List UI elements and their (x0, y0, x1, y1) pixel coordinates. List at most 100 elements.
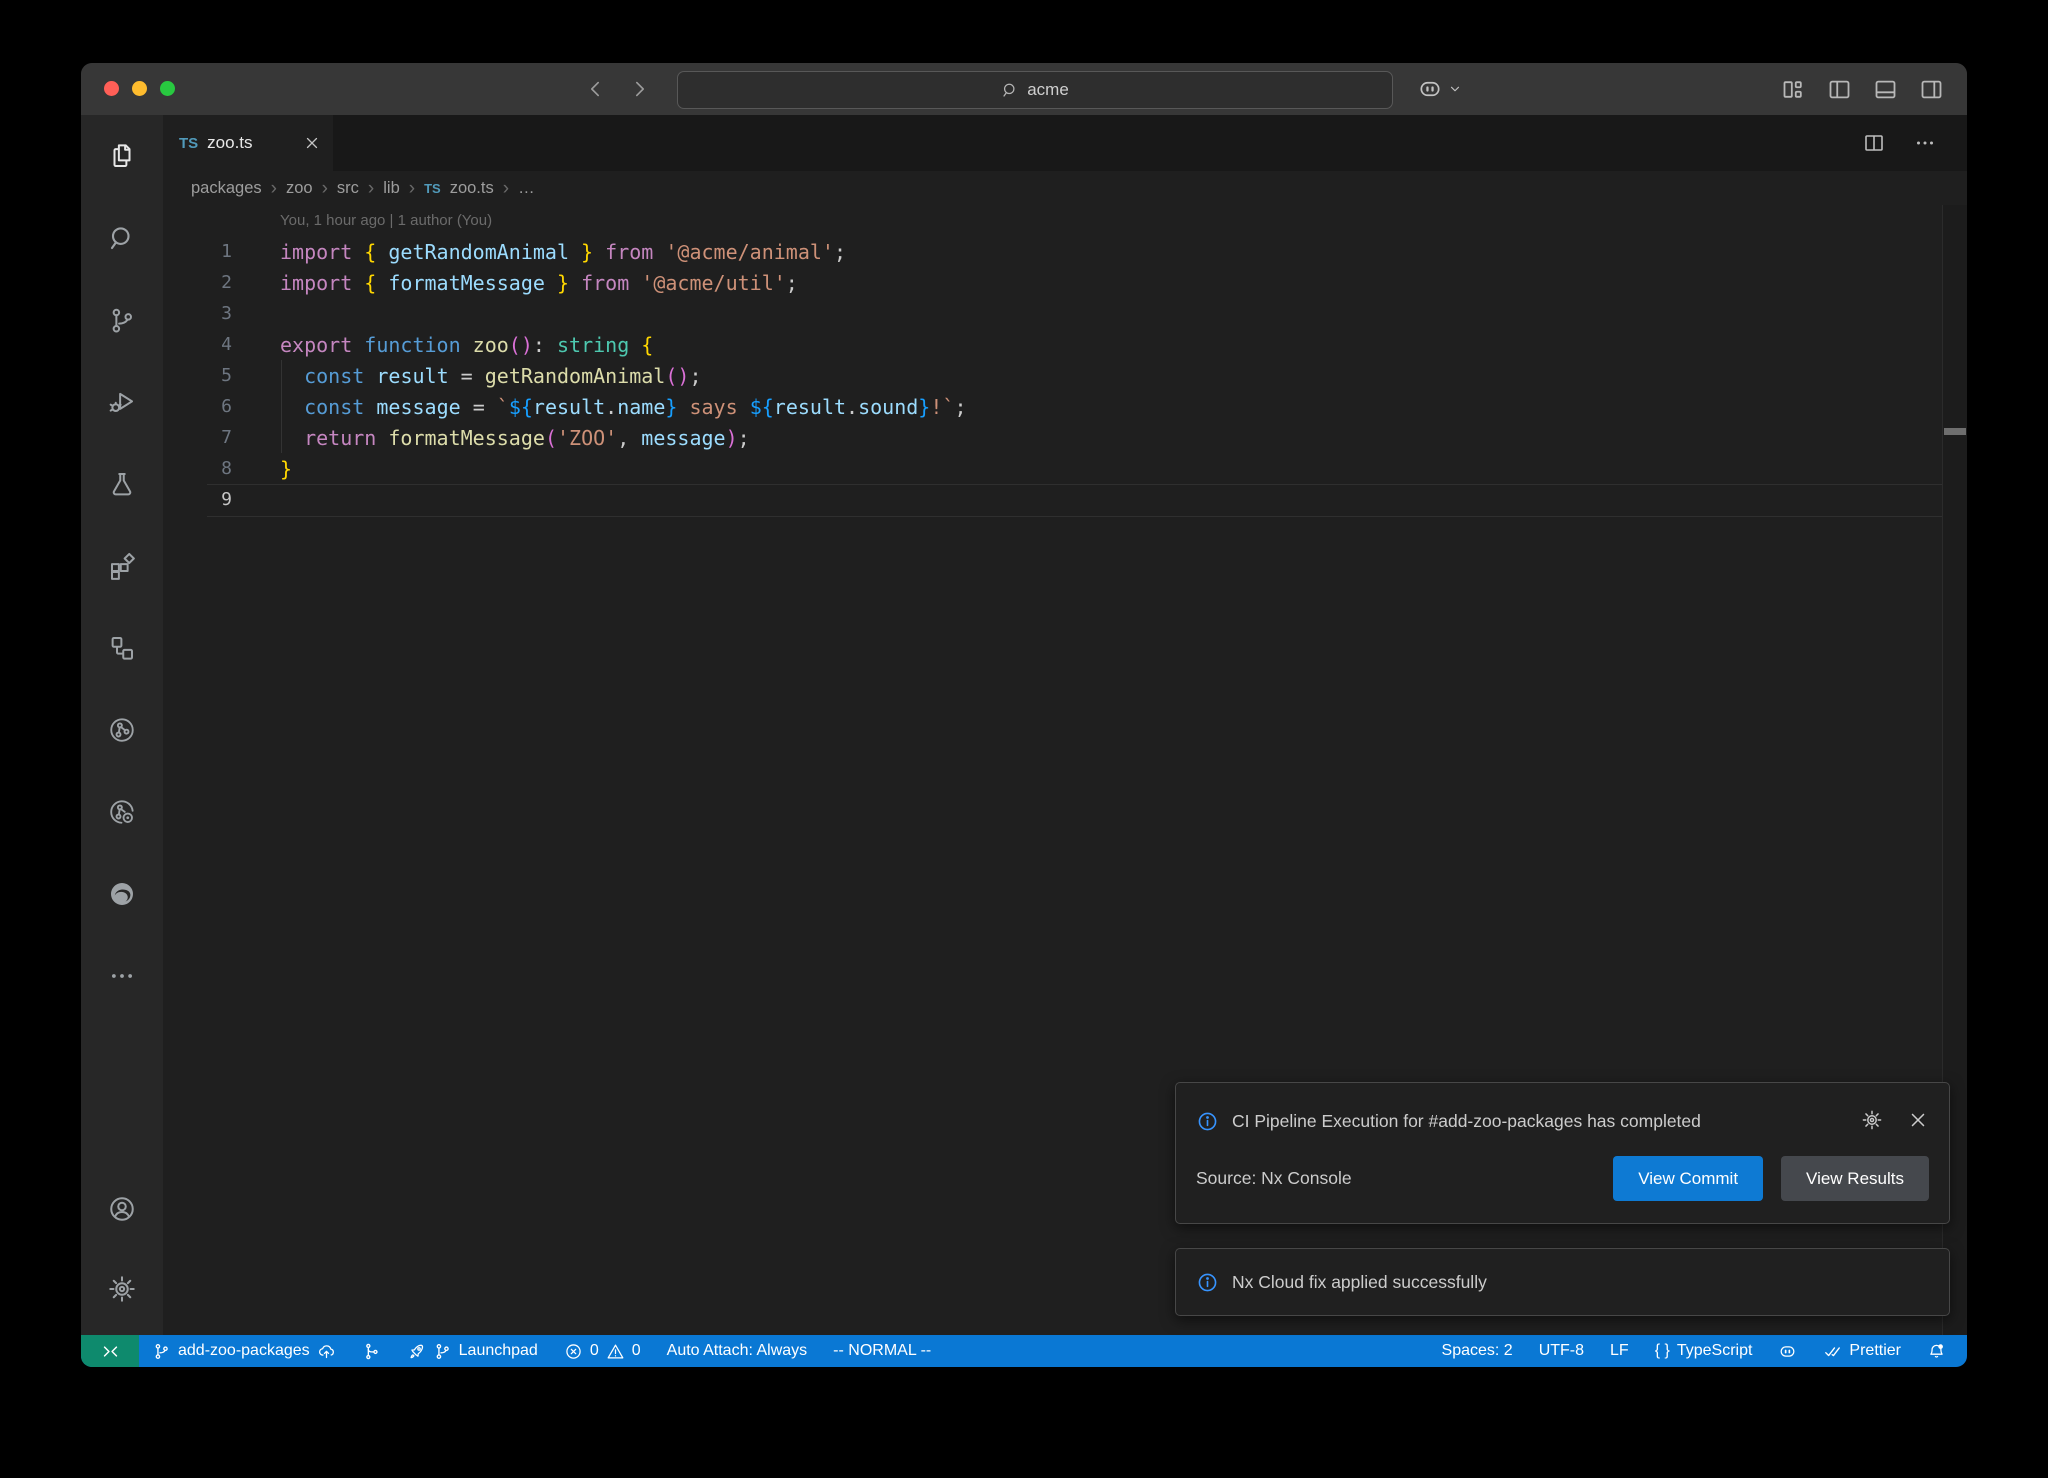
activity-item-testing[interactable] (81, 443, 163, 525)
close-icon[interactable] (1907, 1109, 1929, 1131)
remote-icon (101, 1342, 120, 1361)
status-launchpad[interactable]: Launchpad (394, 1335, 551, 1367)
line-number: 7 (163, 427, 232, 448)
window-zoom-button[interactable] (160, 81, 175, 96)
status-text: 0 (632, 1342, 641, 1360)
branch-icon (433, 1342, 452, 1361)
nx-console-icon (107, 633, 137, 663)
line-number: 8 (163, 458, 232, 479)
status-eol[interactable]: LF (1597, 1335, 1642, 1367)
activity-item-edge-devtools[interactable] (81, 853, 163, 935)
chevron-right-icon: › (503, 179, 509, 198)
toggle-secondary-sidebar-icon[interactable] (1918, 76, 1945, 103)
vscode-window: acme TS zoo.ts (81, 63, 1967, 1367)
activity-item-search[interactable] (81, 197, 163, 279)
activity-item-more-views[interactable] (81, 935, 163, 1017)
explorer-icon (107, 141, 137, 171)
activity-item-accounts[interactable] (81, 1169, 163, 1249)
breadcrumb: packages›zoo›src›lib›TSzoo.ts›… (163, 171, 1967, 205)
titlebar-layout-controls (1780, 63, 1945, 115)
notification-toast: Nx Cloud fix applied successfully (1175, 1248, 1950, 1316)
settings-icon (107, 1274, 137, 1304)
search-icon (107, 223, 137, 253)
status-text: Spaces: 2 (1442, 1342, 1513, 1360)
status-formatter[interactable]: Prettier (1810, 1335, 1914, 1367)
more-actions-icon[interactable] (1913, 131, 1937, 155)
edge-devtools-icon (107, 879, 137, 909)
copilot-icon (1417, 76, 1443, 102)
activity-item-nx-project-graph[interactable] (81, 689, 163, 771)
error-icon (564, 1342, 583, 1361)
window-close-button[interactable] (104, 81, 119, 96)
nx-cloud-icon (107, 797, 137, 827)
status-problems[interactable]: 00 (551, 1335, 654, 1367)
toggle-primary-sidebar-icon[interactable] (1826, 76, 1853, 103)
status-text: 0 (590, 1342, 599, 1360)
window-minimize-button[interactable] (132, 81, 147, 96)
status-language[interactable]: { }TypeScript (1642, 1335, 1766, 1367)
code-line-1: 1import { getRandomAnimal } from '@acme/… (163, 236, 1967, 267)
status-pipeline[interactable] (349, 1335, 394, 1367)
gear-icon[interactable] (1861, 1109, 1883, 1131)
status-text: add-zoo-packages (178, 1342, 310, 1360)
close-icon[interactable] (303, 134, 321, 152)
search-icon (1001, 81, 1019, 99)
code-line-5: 5 const result = getRandomAnimal(); (163, 360, 1967, 391)
customize-layout-icon[interactable] (1780, 76, 1807, 103)
activity-item-nx-cloud[interactable] (81, 771, 163, 853)
status-notifications-bell[interactable] (1914, 1335, 1959, 1367)
search-value: acme (1027, 80, 1069, 100)
tab-zoo-ts[interactable]: TS zoo.ts (163, 115, 333, 171)
view-results-button[interactable]: View Results (1781, 1156, 1929, 1201)
activity-item-explorer[interactable] (81, 115, 163, 197)
activity-item-extensions[interactable] (81, 525, 163, 607)
status-text: Auto Attach: Always (667, 1342, 808, 1360)
status-vim-mode[interactable]: -- NORMAL -- (820, 1335, 944, 1367)
code-text: } (280, 457, 292, 481)
code-line-8: 8} (163, 453, 1967, 484)
command-center-search[interactable]: acme (677, 71, 1393, 109)
activity-item-source-control[interactable] (81, 279, 163, 361)
code-line-2: 2import { formatMessage } from '@acme/ut… (163, 267, 1967, 298)
status-git-branch[interactable]: add-zoo-packages (139, 1335, 349, 1367)
activity-item-settings[interactable] (81, 1249, 163, 1329)
status-indentation[interactable]: Spaces: 2 (1429, 1335, 1526, 1367)
code-text: const result = getRandomAnimal(); (280, 364, 702, 388)
status-bar: add-zoo-packagesLaunchpad00Auto Attach: … (81, 1335, 1967, 1367)
notification-message: CI Pipeline Execution for #add-zoo-packa… (1232, 1103, 1701, 1140)
notification-source: Source: Nx Console (1196, 1168, 1352, 1189)
status-copilot[interactable] (1765, 1335, 1810, 1367)
copilot-menu-button[interactable] (1417, 63, 1462, 115)
breadcrumb-item-zoots[interactable]: zoo.ts (450, 179, 494, 198)
testing-icon (107, 469, 137, 499)
breadcrumb-item-packages[interactable]: packages (191, 179, 262, 198)
view-commit-button[interactable]: View Commit (1613, 1156, 1763, 1201)
cloud-up-icon (317, 1342, 336, 1361)
check2-icon (1823, 1342, 1842, 1361)
breadcrumb-item-[interactable]: … (518, 179, 535, 198)
accounts-icon (107, 1194, 137, 1224)
code-line-9: 9 (163, 484, 1967, 515)
split-editor-icon[interactable] (1862, 131, 1886, 155)
forward-button[interactable] (629, 78, 651, 100)
activity-item-nx-console[interactable] (81, 607, 163, 689)
code-line-6: 6 const message = `${result.name} says $… (163, 391, 1967, 422)
breadcrumb-item-src[interactable]: src (337, 179, 359, 198)
git-blame-annotation: You, 1 hour ago | 1 author (You) (280, 212, 492, 229)
status-encoding[interactable]: UTF-8 (1526, 1335, 1597, 1367)
toggle-panel-icon[interactable] (1872, 76, 1899, 103)
code-text: import { formatMessage } from '@acme/uti… (280, 271, 798, 295)
extensions-icon (107, 551, 137, 581)
typescript-file-icon: TS (424, 181, 441, 196)
typescript-file-icon: TS (179, 135, 198, 152)
status-remote-indicator[interactable] (81, 1335, 139, 1367)
back-button[interactable] (584, 78, 606, 100)
chevron-right-icon: › (271, 179, 277, 198)
activity-item-run-debug[interactable] (81, 361, 163, 443)
code-text: return formatMessage('ZOO', message); (280, 426, 750, 450)
breadcrumb-item-lib[interactable]: lib (383, 179, 400, 198)
code-text: import { getRandomAnimal } from '@acme/a… (280, 240, 846, 264)
breadcrumb-item-zoo[interactable]: zoo (286, 179, 313, 198)
tab-bar: TS zoo.ts (163, 115, 1967, 171)
status-auto-attach[interactable]: Auto Attach: Always (654, 1335, 821, 1367)
